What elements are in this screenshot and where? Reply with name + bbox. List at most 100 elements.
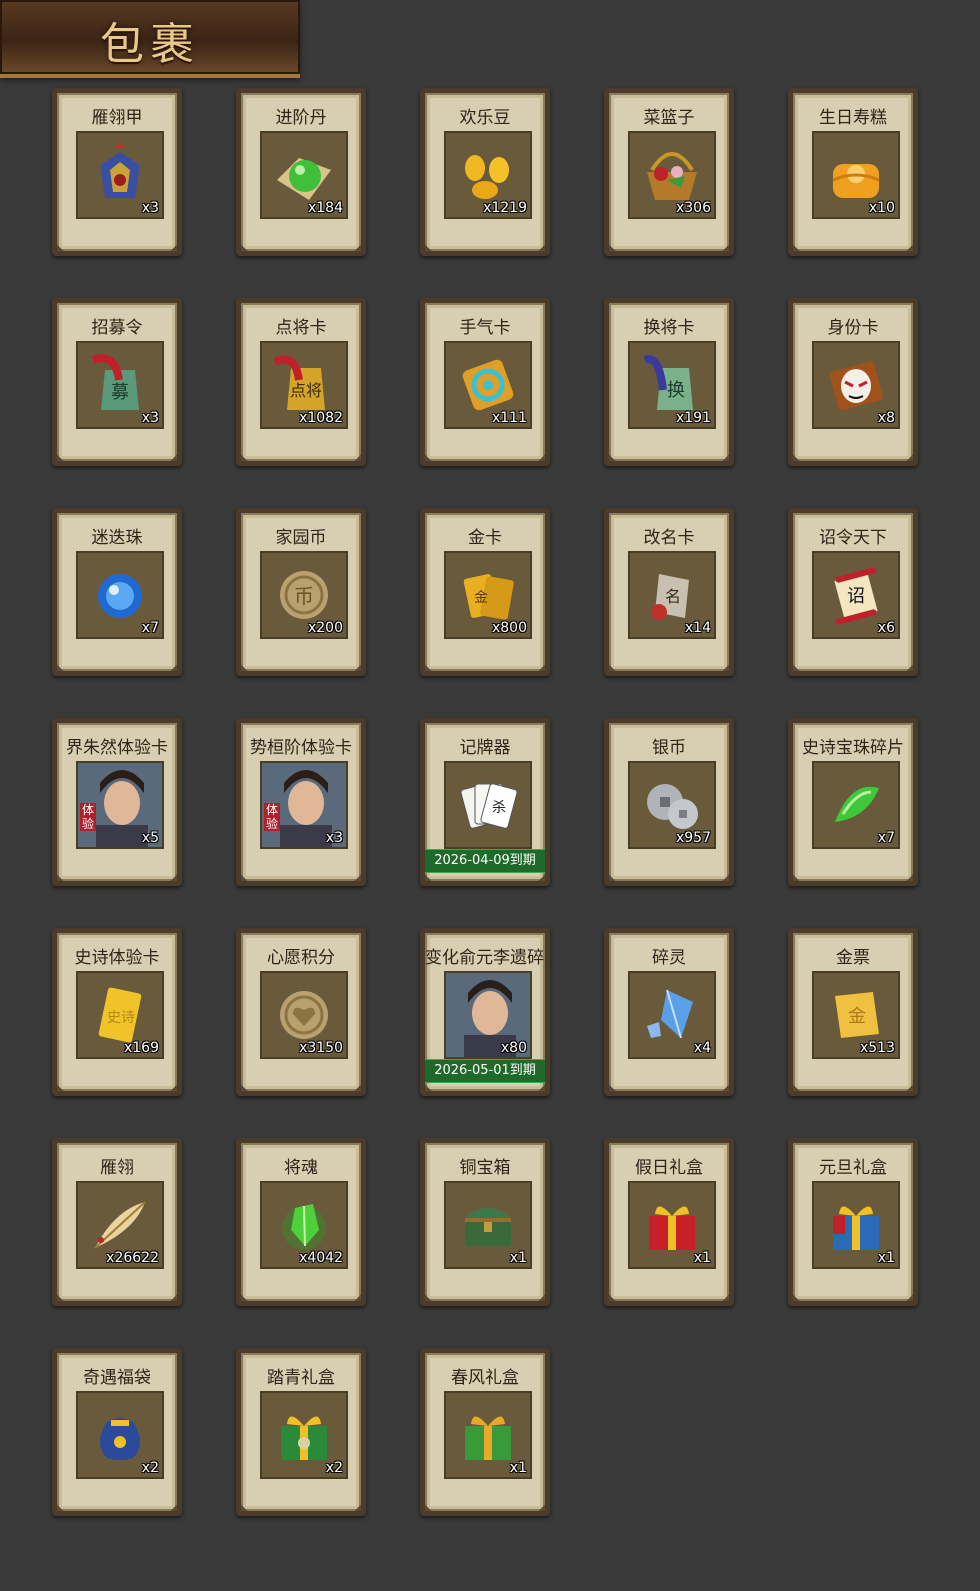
- inventory-item-card[interactable]: 金卡金 x800: [420, 508, 550, 676]
- item-icon-frame: 换 x191: [628, 341, 716, 429]
- inventory-item-card[interactable]: 铜宝箱 x1: [420, 1138, 550, 1306]
- item-name: 迷迭珠: [91, 528, 143, 548]
- item-name: 金卡: [468, 528, 502, 548]
- inventory-item-card[interactable]: 欢乐豆 x1219: [420, 88, 550, 256]
- item-quantity: x14: [684, 620, 711, 636]
- svg-text:诏: 诏: [847, 586, 865, 607]
- svg-text:金: 金: [848, 1006, 866, 1027]
- item-icon-frame: 体验 x3: [260, 761, 348, 849]
- item-icon-frame: x1: [444, 1181, 532, 1269]
- item-icon-frame: 点将 x1082: [260, 341, 348, 429]
- inventory-item-card[interactable]: 换将卡换 x191: [604, 298, 734, 466]
- item-name: 换将卡: [643, 318, 695, 338]
- item-name: 奇遇福袋: [83, 1368, 151, 1388]
- inventory-item-card[interactable]: 史诗体验卡 史诗 x169: [52, 928, 182, 1096]
- inventory-item-card[interactable]: 点将卡点将 x1082: [236, 298, 366, 466]
- item-quantity: x2: [325, 1460, 343, 1476]
- item-icon-frame: x1219: [444, 131, 532, 219]
- item-name: 点将卡: [275, 318, 327, 338]
- item-name: 变化俞元李遗碎片: [425, 948, 550, 968]
- item-quantity: x184: [307, 200, 343, 216]
- inventory-item-card[interactable]: 身份卡 x8: [788, 298, 918, 466]
- item-icon-frame: 体验 x5: [76, 761, 164, 849]
- inventory-item-card[interactable]: 雁翎 x26622: [52, 1138, 182, 1306]
- item-quantity: x1: [509, 1250, 527, 1266]
- inventory-item-card[interactable]: 变化俞元李遗碎片 x80 2026-05-01到期: [420, 928, 550, 1096]
- inventory-item-card[interactable]: 银币 x957: [604, 718, 734, 886]
- item-icon-frame: 诏 x6: [812, 551, 900, 639]
- inventory-item-card[interactable]: 记牌器杀 2026-04-09到期: [420, 718, 550, 886]
- item-name: 改名卡: [643, 528, 695, 548]
- inventory-item-card[interactable]: 菜篮子 x306: [604, 88, 734, 256]
- item-quantity: x957: [675, 830, 711, 846]
- inventory-item-card[interactable]: 假日礼盒 x1: [604, 1138, 734, 1306]
- item-quantity: x800: [491, 620, 527, 636]
- item-quantity: x306: [675, 200, 711, 216]
- cards-icon: 杀: [446, 763, 530, 847]
- item-icon-frame: x4: [628, 971, 716, 1059]
- item-icon-frame: 名 x14: [628, 551, 716, 639]
- item-name: 家园币: [275, 528, 327, 548]
- item-icon-frame: 募 x3: [76, 341, 164, 429]
- inventory-item-card[interactable]: 奇遇福袋 x2: [52, 1348, 182, 1516]
- inventory-item-card[interactable]: 招募令募 x3: [52, 298, 182, 466]
- item-name: 碎灵: [652, 948, 686, 968]
- inventory-item-card[interactable]: 金票金 x513: [788, 928, 918, 1096]
- item-icon-frame: x7: [812, 761, 900, 849]
- svg-text:名: 名: [665, 587, 681, 606]
- inventory-item-card[interactable]: 诏令天下诏 x6: [788, 508, 918, 676]
- item-expiry-bar: 2026-04-09到期: [425, 849, 545, 873]
- item-expiry-bar: 2026-05-01到期: [425, 1059, 545, 1083]
- item-icon-frame: x957: [628, 761, 716, 849]
- inventory-item-card[interactable]: 手气卡 x111: [420, 298, 550, 466]
- page-title: 包裹: [100, 19, 200, 70]
- svg-text:换: 换: [667, 380, 685, 401]
- inventory-item-card[interactable]: 元旦礼盒 x1: [788, 1138, 918, 1306]
- item-name: 雁翎甲: [91, 108, 143, 128]
- inventory-item-card[interactable]: 生日寿糕 x10: [788, 88, 918, 256]
- item-name: 春风礼盒: [451, 1368, 519, 1388]
- item-name: 踏青礼盒: [267, 1368, 335, 1388]
- item-quantity: x7: [877, 830, 895, 846]
- item-quantity: x10: [868, 200, 895, 216]
- item-icon-frame: 杀: [444, 761, 532, 849]
- inventory-item-card[interactable]: 史诗宝珠碎片 x7: [788, 718, 918, 886]
- inventory-item-card[interactable]: 改名卡名 x14: [604, 508, 734, 676]
- item-quantity: x1: [509, 1460, 527, 1476]
- item-name: 将魂: [284, 1158, 318, 1178]
- svg-text:点将: 点将: [290, 381, 322, 400]
- item-quantity: x3: [141, 200, 159, 216]
- inventory-item-card[interactable]: 将魂 x4042: [236, 1138, 366, 1306]
- item-name: 菜篮子: [643, 108, 695, 128]
- inventory-item-card[interactable]: 碎灵 x4: [604, 928, 734, 1096]
- inventory-item-card[interactable]: 迷迭珠 x7: [52, 508, 182, 676]
- item-quantity: x2: [141, 1460, 159, 1476]
- inventory-item-card[interactable]: 进阶丹 x184: [236, 88, 366, 256]
- item-icon-frame: 金 x513: [812, 971, 900, 1059]
- item-icon-frame: x4042: [260, 1181, 348, 1269]
- inventory-item-card[interactable]: 雁翎甲 x3: [52, 88, 182, 256]
- item-name: 雁翎: [100, 1158, 134, 1178]
- item-quantity: x1: [693, 1250, 711, 1266]
- item-icon-frame: x8: [812, 341, 900, 429]
- inventory-item-card[interactable]: 春风礼盒 x1: [420, 1348, 550, 1516]
- item-name: 诏令天下: [819, 528, 887, 548]
- item-name: 金票: [836, 948, 870, 968]
- item-icon-frame: x306: [628, 131, 716, 219]
- inventory-item-card[interactable]: 势桓阶体验卡 体验 x3: [236, 718, 366, 886]
- item-quantity: x200: [307, 620, 343, 636]
- item-name: 招募令: [91, 318, 143, 338]
- item-icon-frame: x10: [812, 131, 900, 219]
- item-name: 身份卡: [827, 318, 879, 338]
- item-icon-frame: 币 x200: [260, 551, 348, 639]
- item-icon-frame: x2: [260, 1391, 348, 1479]
- inventory-item-card[interactable]: 界朱然体验卡 体验 x5: [52, 718, 182, 886]
- inventory-item-card[interactable]: 踏青礼盒 x2: [236, 1348, 366, 1516]
- inventory-item-card[interactable]: 心愿积分 x3150: [236, 928, 366, 1096]
- item-quantity: x4042: [299, 1250, 343, 1266]
- item-quantity: x169: [123, 1040, 159, 1056]
- item-quantity: x8: [877, 410, 895, 426]
- item-icon-frame: x26622: [76, 1181, 164, 1269]
- item-quantity: x80: [500, 1040, 527, 1056]
- inventory-item-card[interactable]: 家园币币 x200: [236, 508, 366, 676]
